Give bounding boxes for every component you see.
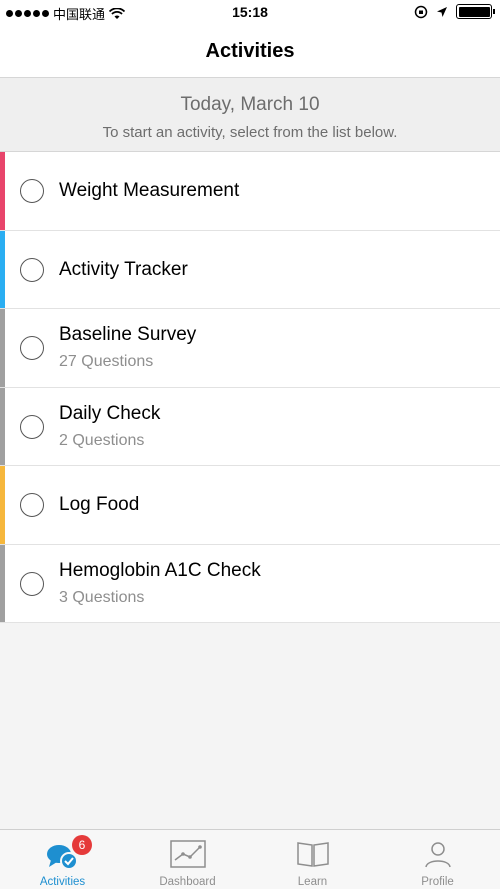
- activity-title: Hemoglobin A1C Check: [59, 559, 261, 581]
- tab-label: Profile: [421, 876, 454, 888]
- completion-circle-icon[interactable]: [20, 179, 44, 203]
- activity-title: Baseline Survey: [59, 324, 197, 345]
- navigation-bar: Activities: [0, 26, 500, 78]
- completion-circle-icon[interactable]: [20, 571, 44, 596]
- activity-row-log-food[interactable]: Log Food: [0, 466, 500, 545]
- tab-label: Activities: [39, 876, 86, 888]
- category-color-stripe: [0, 544, 5, 622]
- tab-label: Learn: [297, 876, 328, 888]
- orientation-lock-icon: [414, 5, 428, 18]
- activity-list: Weight Measurement Activity Tracker Base…: [0, 152, 500, 623]
- activity-title: Activity Tracker: [59, 258, 188, 280]
- category-color-stripe: [0, 466, 5, 544]
- activity-row-hemoglobin-a1c-check[interactable]: Hemoglobin A1C Check 3 Questions: [0, 544, 500, 623]
- completion-circle-icon[interactable]: [20, 336, 44, 360]
- activity-title: Daily Check: [59, 402, 161, 424]
- activity-question-count: 2 Questions: [59, 431, 145, 449]
- category-color-stripe: [0, 309, 5, 387]
- chart-icon: [169, 840, 206, 868]
- completion-circle-icon[interactable]: [20, 257, 44, 282]
- category-color-stripe: [0, 152, 5, 230]
- profile-icon: [424, 842, 451, 868]
- activity-question-count: 27 Questions: [59, 353, 154, 370]
- date-title: Today, March 10: [180, 94, 320, 115]
- date-header: Today, March 10 To start an activity, se…: [0, 78, 500, 152]
- status-bar: 中国联通 15:18: [0, 0, 500, 26]
- activity-title: Weight Measurement: [59, 180, 240, 201]
- location-arrow-icon: [437, 6, 447, 17]
- tab-dashboard[interactable]: Dashboard: [125, 830, 250, 889]
- page-title: Activities: [205, 40, 295, 62]
- status-right: [414, 4, 495, 19]
- tab-label: Dashboard: [159, 876, 216, 888]
- category-color-stripe: [0, 230, 5, 308]
- tab-learn[interactable]: Learn: [250, 830, 375, 889]
- battery-icon: [456, 4, 495, 19]
- activity-row-weight-measurement[interactable]: Weight Measurement: [0, 152, 500, 231]
- tab-bar: 6 Activities Dashboard Learn Profile: [0, 829, 500, 889]
- activity-title: Log Food: [59, 494, 140, 515]
- activity-row-baseline-survey[interactable]: Baseline Survey 27 Questions: [0, 309, 500, 388]
- activity-question-count: 3 Questions: [59, 588, 145, 606]
- activity-row-activity-tracker[interactable]: Activity Tracker: [0, 230, 500, 309]
- book-icon: [296, 842, 329, 867]
- tab-activities[interactable]: 6 Activities: [0, 830, 125, 889]
- tab-profile[interactable]: Profile: [375, 830, 500, 889]
- completion-circle-icon[interactable]: [20, 414, 44, 439]
- activities-badge: 6: [72, 835, 92, 855]
- category-color-stripe: [0, 387, 5, 465]
- activity-row-daily-check[interactable]: Daily Check 2 Questions: [0, 387, 500, 466]
- completion-circle-icon[interactable]: [20, 493, 44, 517]
- instruction-text: To start an activity, select from the li…: [102, 124, 398, 141]
